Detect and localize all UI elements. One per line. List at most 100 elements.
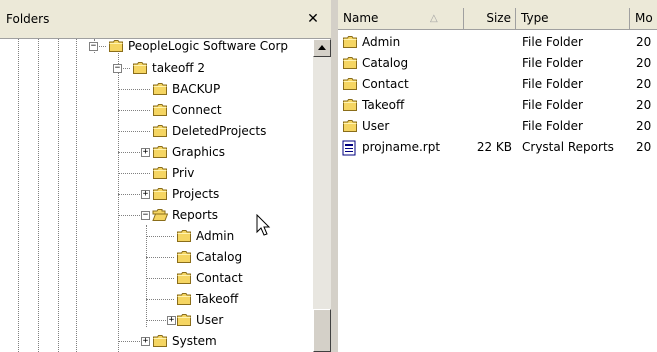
tree-scrollbar[interactable] <box>313 39 331 352</box>
folder-icon <box>342 56 358 73</box>
tree-item-user[interactable]: User <box>196 313 223 328</box>
file-list-row[interactable]: Contact File Folder 20 <box>338 75 657 96</box>
arrow-up-icon <box>318 45 326 50</box>
column-header-name[interactable]: Name △ <box>338 8 464 30</box>
column-header-type[interactable]: Type <box>516 8 630 30</box>
tree-guide-line <box>146 225 147 327</box>
open-folder-icon <box>152 208 169 222</box>
tree-connector <box>118 110 150 111</box>
tree-item-connect[interactable]: Connect <box>172 103 222 118</box>
tree-connector <box>146 257 174 258</box>
tree-guide-line <box>118 53 119 352</box>
file-list-row[interactable]: User File Folder 20 <box>338 117 657 138</box>
folder-icon <box>342 119 358 136</box>
tree-item-catalog[interactable]: Catalog <box>196 250 242 265</box>
file-modified: 20 <box>636 140 652 154</box>
tree-connector <box>146 278 174 279</box>
tree-guide-line <box>18 39 19 352</box>
folder-icon <box>152 82 168 96</box>
tree-connector <box>146 299 174 300</box>
expand-icon[interactable]: + <box>141 190 150 199</box>
folder-icon <box>176 250 192 264</box>
tree-item-system[interactable]: System <box>172 334 217 349</box>
tree-item-backup[interactable]: BACKUP <box>172 82 220 97</box>
sort-ascending-icon: △ <box>430 13 438 24</box>
folder-icon <box>132 61 148 75</box>
report-file-icon <box>342 140 356 159</box>
folder-tree: − PeopleLogic Software Corp − takeoff 2 B… <box>0 39 313 352</box>
collapse-icon[interactable]: − <box>141 211 150 220</box>
tree-item-takeoff-2[interactable]: takeoff 2 <box>152 61 205 76</box>
folder-icon <box>176 292 192 306</box>
tree-guide-line <box>38 39 39 352</box>
file-type: Crystal Reports <box>522 140 614 154</box>
file-name: User <box>362 119 390 133</box>
file-name: Contact <box>362 77 409 91</box>
folder-icon <box>176 229 192 243</box>
tree-connector <box>118 131 150 132</box>
column-type-label: Type <box>521 11 549 25</box>
collapse-icon[interactable]: − <box>113 64 122 73</box>
scroll-thumb[interactable] <box>313 309 331 352</box>
file-list-row[interactable]: Catalog File Folder 20 <box>338 54 657 75</box>
files-pane: Name △ Size Type Mo Admin File Folder 20 C… <box>338 0 657 352</box>
folder-icon <box>152 145 168 159</box>
scroll-up-button[interactable] <box>313 39 331 57</box>
folder-icon <box>342 35 358 52</box>
folder-icon <box>152 334 168 348</box>
file-type: File Folder <box>522 119 583 133</box>
expand-icon[interactable]: + <box>141 148 150 157</box>
folders-title: Folders <box>6 12 50 26</box>
folder-icon <box>152 166 168 180</box>
tree-connector <box>118 173 150 174</box>
tree-guide-line <box>76 39 77 352</box>
close-icon[interactable]: ✕ <box>302 8 324 30</box>
column-header-modified[interactable]: Mo <box>630 8 657 30</box>
file-type: File Folder <box>522 56 583 70</box>
file-modified: 20 <box>636 35 652 49</box>
folder-icon <box>342 98 358 115</box>
file-modified: 20 <box>636 56 652 70</box>
tree-guide-line <box>58 39 59 352</box>
expand-icon[interactable]: + <box>141 337 150 346</box>
tree-item-graphics[interactable]: Graphics <box>172 145 225 160</box>
tree-item-priv[interactable]: Priv <box>172 166 194 181</box>
tree-item-peoplelogic-software-corp[interactable]: PeopleLogic Software Corp <box>128 39 288 54</box>
file-list-row[interactable]: projname.rpt 22 KB Crystal Reports 20 <box>338 138 657 159</box>
file-name: Catalog <box>362 56 409 70</box>
tree-connector <box>118 89 150 90</box>
collapse-icon[interactable]: − <box>89 42 98 51</box>
file-name: Takeoff <box>362 98 405 112</box>
column-header-size[interactable]: Size <box>464 8 516 30</box>
mouse-cursor-icon <box>256 214 271 236</box>
file-type: File Folder <box>522 35 583 49</box>
column-size-label: Size <box>486 11 511 25</box>
tree-connector <box>146 236 174 237</box>
file-name: projname.rpt <box>362 140 441 154</box>
tree-item-deletedprojects[interactable]: DeletedProjects <box>172 124 266 139</box>
folder-icon <box>176 313 192 327</box>
tree-item-projects[interactable]: Projects <box>172 187 219 202</box>
file-name: Admin <box>362 35 401 49</box>
file-list-row[interactable]: Admin File Folder 20 <box>338 33 657 54</box>
column-modified-label: Mo <box>635 11 653 25</box>
file-size: 22 KB <box>476 140 512 154</box>
file-modified: 20 <box>636 119 652 133</box>
folder-icon <box>176 271 192 285</box>
file-type: File Folder <box>522 98 583 112</box>
file-list-row[interactable]: Takeoff File Folder 20 <box>338 96 657 117</box>
expand-icon[interactable]: + <box>167 316 176 325</box>
folder-icon <box>152 103 168 117</box>
file-type: File Folder <box>522 77 583 91</box>
folder-icon <box>152 187 168 201</box>
tree-item-admin[interactable]: Admin <box>196 229 234 244</box>
files-pane-top-edge <box>338 0 657 8</box>
tree-item-reports[interactable]: Reports <box>172 208 218 223</box>
folder-icon <box>342 77 358 94</box>
file-modified: 20 <box>636 77 652 91</box>
tree-item-takeoff[interactable]: Takeoff <box>196 292 238 307</box>
folders-pane: Folders ✕ − PeopleLogic Software Corp − t… <box>0 0 331 352</box>
folder-icon <box>108 39 124 53</box>
pane-splitter[interactable] <box>331 0 338 352</box>
tree-item-contact[interactable]: Contact <box>196 271 243 286</box>
